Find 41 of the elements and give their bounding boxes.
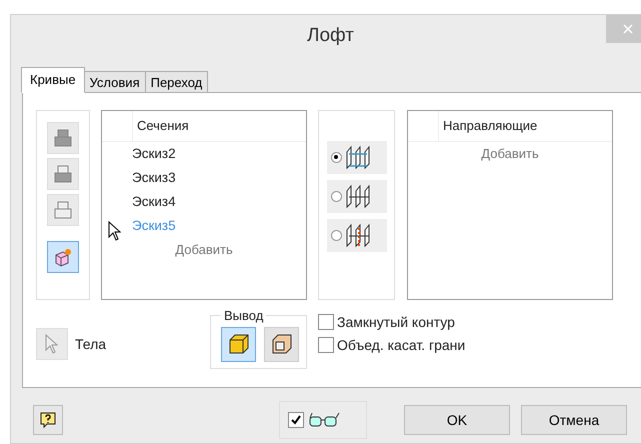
add-item[interactable]: Добавить <box>102 238 306 262</box>
column-header: Сечения <box>132 110 189 141</box>
list-item[interactable]: Эскиз4 <box>102 190 306 214</box>
tab[interactable]: Переход <box>144 70 208 93</box>
glasses-icon <box>308 411 342 430</box>
close-icon <box>623 24 633 34</box>
list-item[interactable]: Эскиз3 <box>102 166 306 190</box>
bodies-label: Тела <box>75 336 106 352</box>
tab[interactable]: Кривые <box>21 66 85 93</box>
checkbox[interactable] <box>318 336 334 353</box>
mode-option[interactable] <box>326 218 386 252</box>
solid-cube-icon <box>228 333 250 356</box>
mode-option[interactable] <box>326 180 386 213</box>
cursor-icon <box>108 220 122 241</box>
checkbox-label: Замкнутый контур <box>337 314 455 330</box>
tab[interactable]: Условия <box>84 70 146 93</box>
stack-icon <box>53 128 73 148</box>
dialog-button[interactable]: Отмена <box>521 405 627 436</box>
output-button[interactable] <box>221 326 256 362</box>
add-item[interactable]: Добавить <box>408 142 612 166</box>
column-header: Направляющие <box>438 110 538 141</box>
tool-button[interactable] <box>47 240 79 273</box>
checkbox-option[interactable]: Замкнутый контур <box>318 314 466 330</box>
radio-button[interactable] <box>330 230 342 241</box>
group-label: Вывод <box>223 308 264 323</box>
radio-button[interactable] <box>330 190 342 202</box>
stack-icon <box>53 200 73 220</box>
help-button[interactable] <box>33 405 63 436</box>
radio-button[interactable] <box>330 152 342 163</box>
hollow-cube-icon <box>270 333 292 356</box>
stack-icon <box>53 164 73 184</box>
checkbox[interactable] <box>318 314 334 330</box>
help-icon <box>39 411 57 430</box>
window-title: Лофт <box>307 24 354 47</box>
mode-option[interactable] <box>326 140 386 174</box>
preview-checkbox[interactable] <box>288 412 304 428</box>
list-item[interactable]: Эскиз2 <box>102 142 306 166</box>
cube-spark-icon <box>53 246 73 267</box>
pointer-icon <box>45 334 59 354</box>
dialog-button[interactable]: OK <box>404 405 510 436</box>
output-button[interactable] <box>264 326 299 362</box>
